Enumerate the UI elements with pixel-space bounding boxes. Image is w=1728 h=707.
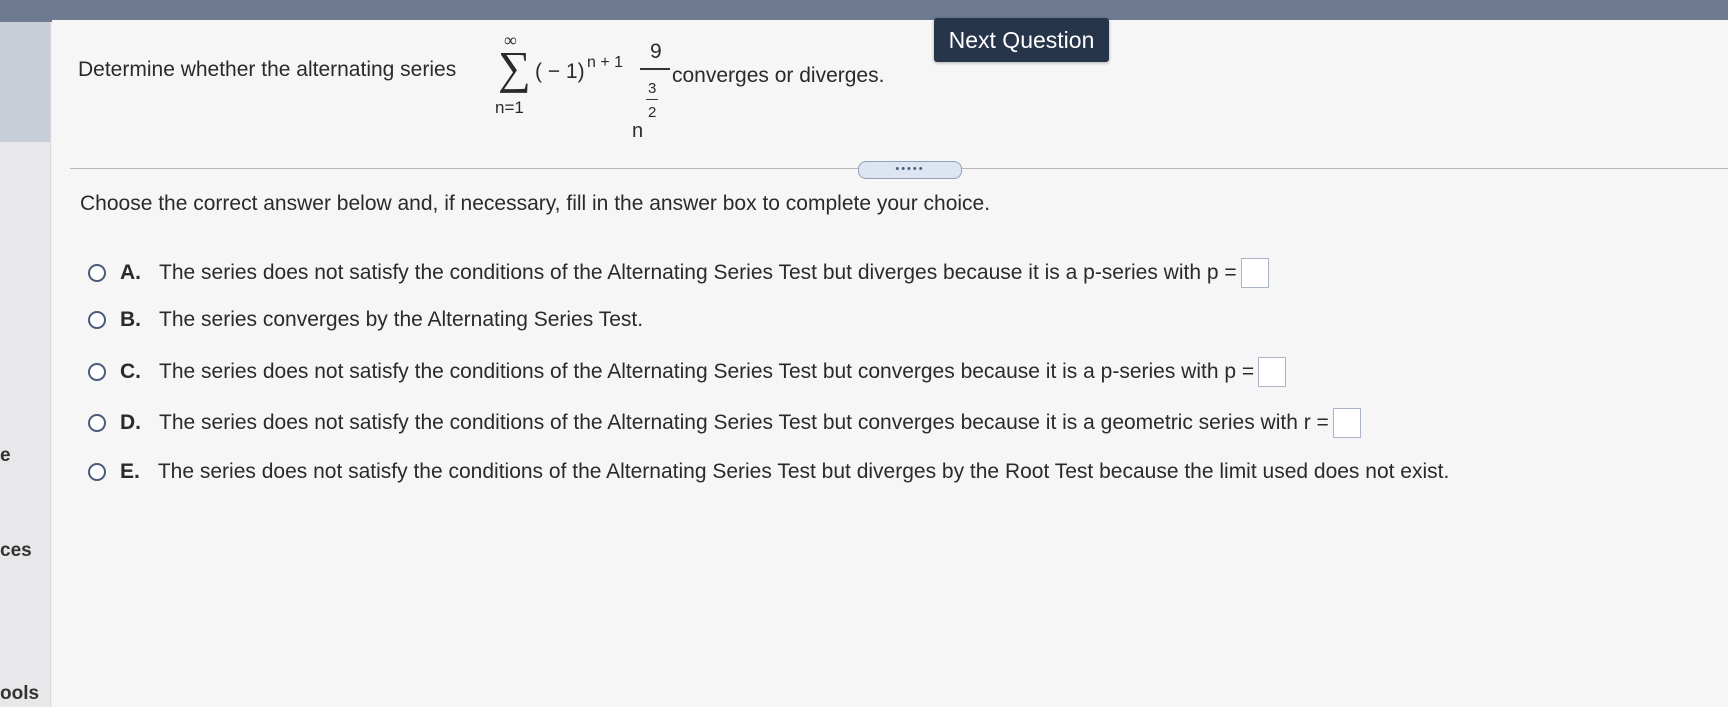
fraction-bar [640, 68, 670, 70]
option-e[interactable]: E. The series does not satisfy the condi… [88, 460, 1449, 484]
expand-button[interactable]: ••••• [858, 161, 962, 179]
top-bar [0, 0, 1728, 22]
instruction-text: Choose the correct answer below and, if … [80, 192, 991, 215]
option-b[interactable]: B. The series converges by the Alternati… [88, 308, 643, 332]
answer-box[interactable] [1240, 258, 1269, 288]
option-a[interactable]: A. The series does not satisfy the condi… [88, 258, 1269, 288]
question-suffix: converges or diverges. [672, 64, 885, 87]
option-text: The series does not satisfy the conditio… [157, 460, 1450, 483]
option-letter: E. [120, 460, 140, 483]
sum-upper-limit: ∞ [504, 30, 517, 50]
option-letter: B. [120, 308, 141, 331]
option-letter: A. [120, 261, 141, 284]
option-c[interactable]: C. The series does not satisfy the condi… [88, 357, 1287, 387]
denominator-exponent-denominator: 2 [648, 104, 657, 121]
question-prefix: Determine whether the alternating series [78, 58, 457, 81]
radio-button[interactable] [88, 311, 106, 329]
sum-lower-limit: n=1 [495, 98, 524, 117]
denominator-exponent-bar [646, 99, 658, 100]
sidebar-item-label[interactable]: e [0, 445, 11, 467]
option-text: The series does not satisfy the conditio… [159, 261, 1237, 284]
denominator-base: n [632, 120, 644, 142]
sigma-symbol: ∑ [498, 42, 531, 93]
option-letter: C. [120, 360, 141, 383]
option-letter: D. [120, 411, 141, 434]
option-d[interactable]: D. The series does not satisfy the condi… [88, 408, 1361, 438]
option-text: The series does not satisfy the conditio… [159, 411, 1329, 434]
alternating-exponent: n + 1 [587, 54, 624, 71]
left-sidebar: e ces ools [0, 0, 51, 707]
radio-button[interactable] [88, 363, 106, 381]
sidebar-item-label[interactable]: ools [0, 683, 39, 705]
radio-button[interactable] [88, 264, 106, 282]
option-text: The series converges by the Alternating … [159, 308, 644, 331]
answer-box[interactable] [1258, 357, 1287, 387]
radio-button[interactable] [88, 463, 106, 481]
denominator-exponent-numerator: 3 [648, 80, 657, 97]
sidebar-item-label[interactable]: ces [0, 540, 32, 562]
alternating-base: ( − 1) [535, 60, 585, 83]
fraction-numerator: 9 [650, 40, 662, 63]
radio-button[interactable] [88, 414, 106, 432]
next-question-button[interactable]: Next Question [934, 18, 1109, 62]
answer-box[interactable] [1332, 408, 1361, 438]
option-text: The series does not satisfy the conditio… [159, 360, 1255, 383]
